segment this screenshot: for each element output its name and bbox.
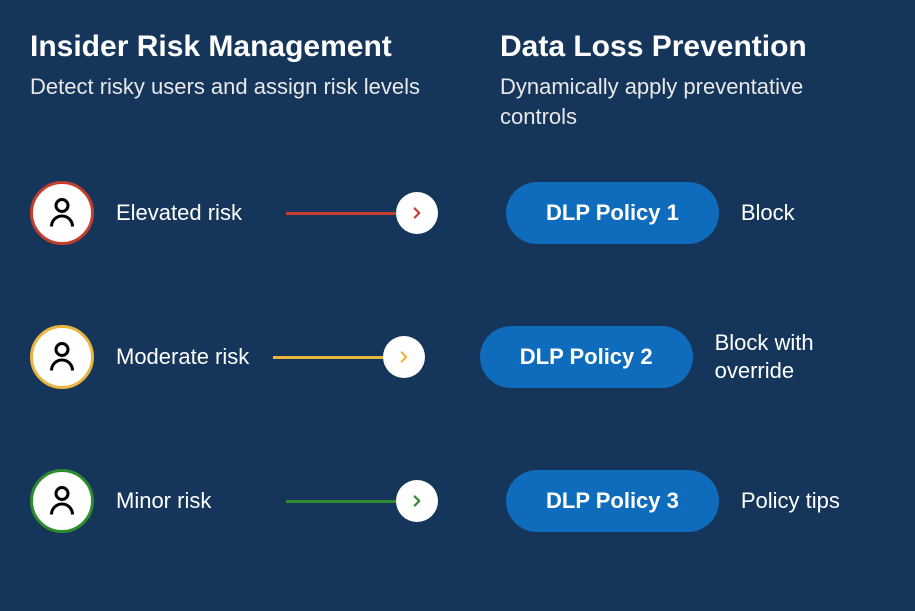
person-icon: [44, 195, 80, 231]
person-icon: [44, 339, 80, 375]
header-left-column: Insider Risk Management Detect risky use…: [30, 30, 500, 131]
connector-minor: [286, 480, 456, 522]
connector-line: [286, 212, 406, 215]
risk-row-moderate: Moderate risk DLP Policy 2 Block with ov…: [30, 325, 885, 389]
action-label-block-override: Block with override: [715, 329, 885, 386]
connector-line: [286, 500, 406, 503]
user-icon-minor: [30, 469, 94, 533]
insider-risk-title: Insider Risk Management: [30, 30, 500, 64]
risk-label-minor: Minor risk: [116, 488, 286, 514]
person-icon: [44, 483, 80, 519]
user-icon-elevated: [30, 181, 94, 245]
policy-pill-2: DLP Policy 2: [480, 326, 693, 388]
policy-pill-3: DLP Policy 3: [506, 470, 719, 532]
dlp-subtitle: Dynamically apply preventative controls: [500, 72, 885, 131]
dlp-title: Data Loss Prevention: [500, 30, 885, 64]
risk-row-elevated: Elevated risk DLP Policy 1 Block: [30, 181, 885, 245]
risk-label-elevated: Elevated risk: [116, 200, 286, 226]
user-icon-moderate: [30, 325, 94, 389]
chevron-right-icon: [408, 492, 426, 510]
connector-moderate: [273, 336, 430, 378]
chevron-right-icon: [395, 348, 413, 366]
insider-risk-subtitle: Detect risky users and assign risk level…: [30, 72, 500, 102]
chevron-right-icon: [408, 204, 426, 222]
arrow-circle-icon: [396, 480, 438, 522]
action-label-policy-tips: Policy tips: [741, 487, 840, 516]
header-right-column: Data Loss Prevention Dynamically apply p…: [500, 30, 885, 131]
connector-elevated: [286, 192, 456, 234]
arrow-circle-icon: [383, 336, 425, 378]
arrow-circle-icon: [396, 192, 438, 234]
action-label-block: Block: [741, 199, 795, 228]
connector-line: [273, 356, 393, 359]
risk-row-minor: Minor risk DLP Policy 3 Policy tips: [30, 469, 885, 533]
risk-label-moderate: Moderate risk: [116, 344, 273, 370]
policy-pill-1: DLP Policy 1: [506, 182, 719, 244]
header-row: Insider Risk Management Detect risky use…: [30, 30, 885, 131]
